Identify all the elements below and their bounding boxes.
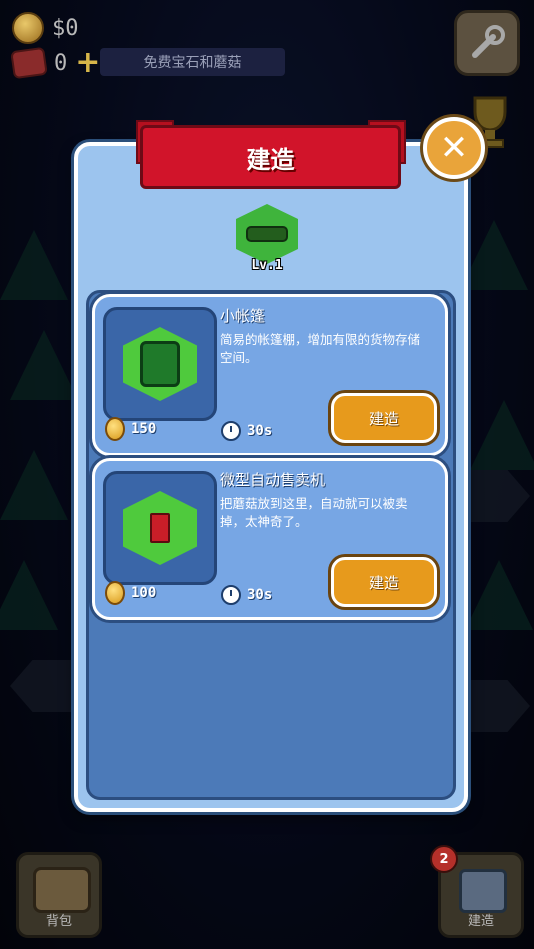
treasure-chest-icon [33,867,91,913]
item-price: 150 [105,417,156,441]
item-description: 简易的帐篷棚，增加有限的货物存储空间。 [220,332,421,365]
close-button[interactable]: ✕ [423,117,485,179]
close-x-icon: ✕ [439,128,469,168]
money-display: $0 [12,12,79,44]
coin-icon [105,417,125,441]
item-build-time: 30s [221,421,272,441]
gem-count: 0 [54,50,68,76]
free-gems-mushrooms-button[interactable]: 免费宝石和蘑菇 [100,48,285,76]
plus-icon[interactable]: + [75,48,100,78]
settings-button[interactable] [454,10,520,76]
vending-machine-icon [150,513,170,543]
item-title: 微型自动售卖机 [220,471,326,489]
coin-icon [12,12,44,44]
item-price: 100 [105,581,156,605]
item-description: 把蘑菇放到这里，自动就可以被卖掉，太神奇了。 [220,496,408,529]
backpack-button[interactable]: 背包 [16,852,102,938]
time-value: 30s [247,423,273,439]
gem-icon [10,46,48,80]
build-item-card: 微型自动售卖机 把蘑菇放到这里，自动就可以被卖掉，太神奇了。 100 30s 建… [92,458,448,620]
item-thumbnail [103,471,217,585]
coin-icon [105,581,125,605]
notification-badge: 2 [430,845,458,873]
level-label: Lv.1 [251,258,283,273]
panel-title-banner: 建造 [140,125,401,189]
wrench-icon [472,25,505,58]
item-build-time: 30s [221,585,272,605]
money-value: $0 [52,15,79,41]
build-button[interactable]: 建造 [331,393,437,443]
build-button[interactable]: 建造 [331,557,437,607]
build-item-card: 小帐篷 简易的帐篷棚，增加有限的货物存储空间。 150 30s 建造 [92,294,448,456]
price-value: 100 [131,585,157,601]
panel-title: 建造 [246,145,295,174]
tent-icon [140,341,180,387]
time-value: 30s [247,587,273,603]
grass-hex [123,327,197,401]
item-title: 小帐篷 [220,307,266,325]
grass-hex [123,491,197,565]
log-icon [246,226,288,242]
item-thumbnail [103,307,217,421]
clock-icon [221,585,241,605]
gem-display: 0 + [10,46,100,80]
clock-icon [221,421,241,441]
build-box-icon [459,869,507,913]
price-value: 150 [131,421,157,437]
